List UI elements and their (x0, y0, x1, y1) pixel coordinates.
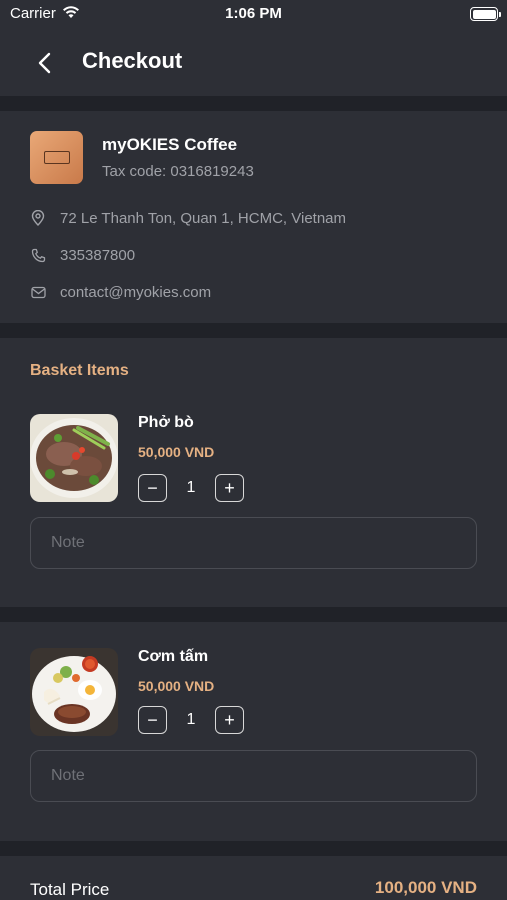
store-info-card: myOKIES Coffee Tax code: 0316819243 72 L… (0, 111, 507, 323)
basket-item-card: Cơm tấm 50,000 VND − 1 + (0, 622, 507, 841)
location-pin-icon (30, 210, 46, 226)
phone-icon (30, 247, 46, 263)
total-value: 100,000 VND (374, 878, 477, 897)
back-button[interactable] (30, 48, 60, 78)
phone-row: 335387800 (30, 244, 135, 266)
quantity-value: 1 (186, 479, 196, 496)
store-address: 72 Le Thanh Ton, Quan 1, HCMC, Vietnam (60, 209, 347, 227)
email-row: contact@myokies.com (30, 281, 211, 303)
nav-bar: Checkout (0, 28, 507, 96)
address-row: 72 Le Thanh Ton, Quan 1, HCMC, Vietnam (30, 207, 346, 229)
battery-icon (470, 7, 501, 21)
quantity-value: 1 (186, 711, 196, 728)
store-phone[interactable]: 335387800 (60, 247, 135, 264)
tax-code: Tax code: 0316819243 (102, 163, 254, 180)
chevron-left-icon (38, 52, 51, 74)
pho-bo-image (30, 414, 118, 502)
quantity-stepper: − 1 + (138, 474, 244, 502)
store-email[interactable]: contact@myokies.com (60, 284, 211, 301)
quantity-stepper: − 1 + (138, 706, 244, 734)
total-label: Total Price (30, 880, 110, 899)
item-price: 50,000 VND (138, 444, 215, 460)
basket-card: Basket Items Phở bò 50,000 VND − 1 + (0, 338, 507, 607)
note-input[interactable] (30, 750, 477, 802)
mail-icon (30, 284, 46, 300)
store-logo (30, 131, 83, 184)
page-title: Checkout (82, 48, 183, 73)
item-name: Phở bò (138, 414, 194, 431)
logo-mark (43, 151, 70, 164)
decrease-quantity-button[interactable]: − (138, 474, 167, 502)
increase-quantity-button[interactable]: + (215, 474, 244, 502)
item-price: 50,000 VND (138, 678, 215, 694)
basket-title: Basket Items (30, 362, 129, 379)
clock: 1:06 PM (225, 5, 282, 22)
com-tam-image (30, 648, 118, 736)
status-bar: Carrier 1:06 PM (0, 0, 507, 28)
increase-quantity-button[interactable]: + (215, 706, 244, 734)
total-card: Total Price 100,000 VND (0, 856, 507, 900)
store-name: myOKIES Coffee (102, 135, 238, 154)
item-name: Cơm tấm (138, 648, 209, 665)
decrease-quantity-button[interactable]: − (138, 706, 167, 734)
note-input[interactable] (30, 517, 477, 569)
